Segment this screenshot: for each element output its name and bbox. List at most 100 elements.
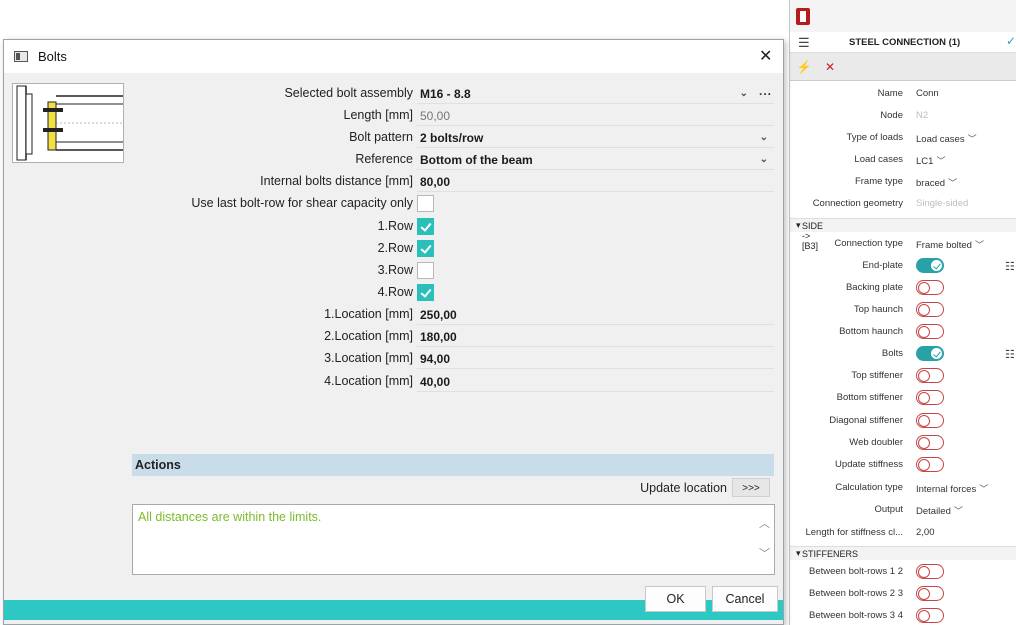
- toggle-switch[interactable]: [916, 302, 944, 317]
- section-stiffeners-header[interactable]: ▾ STIFFENERS: [790, 546, 1016, 560]
- bolt-pattern-select[interactable]: 2 bolts/row ⌄: [417, 128, 774, 148]
- chevron-down-icon: ﹀: [967, 134, 977, 144]
- field-label: Selected bolt assembly: [284, 86, 413, 100]
- field-label: 2.Location [mm]: [324, 329, 413, 343]
- pin-action-icon[interactable]: ✕: [820, 57, 840, 77]
- field-label: 1.Location [mm]: [324, 307, 413, 321]
- prop-row-load-cases[interactable]: Load cases LC1 ﹀: [790, 149, 1016, 171]
- ok-button[interactable]: OK: [645, 586, 706, 612]
- prop-row-stiffness-length: Length for stiffness cl... 2,00: [790, 522, 1016, 544]
- close-icon[interactable]: ✕: [759, 46, 772, 66]
- last-row-shear-checkbox[interactable]: [417, 195, 434, 212]
- toggle-row-top-haunch: Top haunch: [790, 299, 1016, 321]
- prop-label: Between bolt-rows 1 2: [809, 566, 903, 577]
- location-1-input[interactable]: 250,00: [417, 305, 774, 325]
- prop-label: Top stiffener: [851, 370, 903, 381]
- more-options-button[interactable]: ...: [759, 84, 772, 98]
- scroll-up-icon[interactable]: ︿: [759, 515, 770, 531]
- prop-label: Load cases: [854, 154, 903, 165]
- prop-value[interactable]: Frame bolted ﹀: [916, 238, 984, 251]
- panel-toolbar: ⚡ ✕: [790, 53, 1016, 81]
- toggle-switch[interactable]: [916, 413, 944, 428]
- edit-settings-icon[interactable]: ☷: [1005, 348, 1015, 361]
- toggle-switch[interactable]: [916, 258, 944, 273]
- cancel-button[interactable]: Cancel: [712, 586, 778, 612]
- prop-row-name: Name Conn: [790, 83, 1016, 105]
- toggle-switch[interactable]: [916, 457, 944, 472]
- location-2-input[interactable]: 180,00: [417, 327, 774, 347]
- prop-label: Frame type: [854, 176, 903, 187]
- dialog-titlebar[interactable]: Bolts ✕: [4, 40, 783, 73]
- prop-value[interactable]: braced ﹀: [916, 176, 957, 189]
- prop-value[interactable]: Conn: [916, 88, 939, 99]
- prop-value: Single-sided: [916, 198, 969, 209]
- chevron-down-icon: ⌄: [759, 132, 768, 143]
- prop-label: Name: [877, 88, 903, 99]
- row-2-checkbox[interactable]: [417, 240, 434, 257]
- field-location-4: 4.Location [mm] 40,00: [132, 371, 774, 393]
- location-4-input[interactable]: 40,00: [417, 372, 774, 392]
- status-message: All distances are within the limits.: [138, 510, 322, 524]
- toggle-switch[interactable]: [916, 346, 944, 361]
- location-3-input[interactable]: 94,00: [417, 349, 774, 369]
- toggle-switch[interactable]: [916, 608, 944, 623]
- scroll-down-icon[interactable]: ﹀: [759, 545, 770, 561]
- prop-row-output[interactable]: Output Detailed ﹀: [790, 499, 1016, 521]
- field-row-2: 2.Row: [132, 238, 774, 260]
- update-location-button[interactable]: >>>: [732, 478, 770, 497]
- chevron-down-icon: ﹀: [953, 506, 963, 516]
- field-internal-bolts-distance: Internal bolts distance [mm] 80,00: [132, 171, 774, 193]
- prop-row-connection-type[interactable]: Connection type Frame bolted ﹀: [790, 233, 1016, 255]
- toggle-switch[interactable]: [916, 435, 944, 450]
- prop-value[interactable]: LC1 ﹀: [916, 154, 945, 167]
- field-label: 3.Row: [377, 263, 413, 277]
- toggle-row-between-rows-1-2: Between bolt-rows 1 2: [790, 561, 1016, 583]
- menu-icon[interactable]: ☰: [798, 35, 810, 51]
- toggle-switch[interactable]: [916, 564, 944, 579]
- toggle-switch[interactable]: [916, 280, 944, 295]
- prop-label: Bolts: [881, 348, 903, 359]
- toggle-switch[interactable]: [916, 368, 944, 383]
- check-mark-icon[interactable]: ✓: [1006, 34, 1016, 48]
- prop-row-type-of-loads[interactable]: Type of loads Load cases ﹀: [790, 127, 1016, 149]
- lightning-action-icon[interactable]: ⚡: [794, 57, 814, 77]
- chevron-down-icon: ⌄: [759, 154, 768, 165]
- prop-label: Connection type: [834, 238, 903, 249]
- prop-label: Type of loads: [846, 132, 903, 143]
- prop-value[interactable]: Internal forces ﹀: [916, 482, 988, 495]
- field-reference: Reference Bottom of the beam ⌄: [132, 149, 774, 171]
- prop-row-frame-type[interactable]: Frame type braced ﹀: [790, 171, 1016, 193]
- prop-row-node: Node N2: [790, 105, 1016, 127]
- prop-row-calculation-type[interactable]: Calculation type Internal forces ﹀: [790, 477, 1016, 499]
- prop-label: Between bolt-rows 3 4: [809, 610, 903, 621]
- prop-value: N2: [916, 110, 929, 121]
- toggle-row-between-rows-2-3: Between bolt-rows 2 3: [790, 583, 1016, 605]
- panel-title: STEEL CONNECTION (1): [849, 37, 961, 48]
- prop-label: Connection geometry: [812, 198, 903, 209]
- toggle-switch[interactable]: [916, 390, 944, 405]
- internal-distance-input[interactable]: 80,00: [417, 172, 774, 192]
- row-3-checkbox[interactable]: [417, 262, 434, 279]
- app-logo-icon: [796, 8, 810, 25]
- row-4-checkbox[interactable]: [417, 284, 434, 301]
- field-last-row-shear: Use last bolt-row for shear capacity onl…: [132, 193, 774, 215]
- prop-value[interactable]: Detailed ﹀: [916, 504, 963, 517]
- toggle-switch[interactable]: [916, 586, 944, 601]
- field-length: Length [mm] 50,00: [132, 105, 774, 127]
- edit-settings-icon[interactable]: ☷: [1005, 260, 1015, 273]
- prop-label: Output: [874, 504, 903, 515]
- prop-label: Update stiffness: [835, 459, 903, 470]
- prop-value[interactable]: 2,00: [916, 527, 935, 538]
- update-location-row: Update location >>>: [132, 476, 774, 500]
- toggle-switch[interactable]: [916, 324, 944, 339]
- bolt-assembly-select[interactable]: M16 - 8.8 ⌄ ...: [417, 84, 774, 104]
- row-1-checkbox[interactable]: [417, 218, 434, 235]
- window-icon: [14, 51, 28, 62]
- reference-select[interactable]: Bottom of the beam ⌄: [417, 150, 774, 170]
- prop-label: Web doubler: [849, 437, 903, 448]
- message-box[interactable]: All distances are within the limits. ︿ ﹀: [132, 504, 775, 575]
- prop-value[interactable]: Load cases ﹀: [916, 132, 977, 145]
- actions-header: Actions: [132, 454, 774, 476]
- chevron-down-icon: ﹀: [936, 156, 946, 166]
- section-side-header[interactable]: ▾ SIDE ->[B3]: [790, 218, 1016, 251]
